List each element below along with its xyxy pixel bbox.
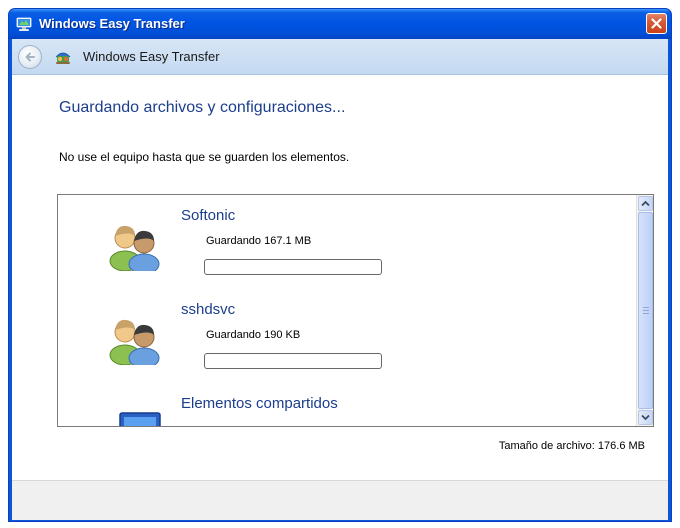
computer-icon [119, 412, 161, 426]
back-button[interactable] [18, 45, 42, 69]
scroll-thumb[interactable] [638, 212, 653, 409]
app-window: Windows Easy Transfer Windows Easy Trans… [8, 8, 672, 522]
client-area: Windows Easy Transfer Guardando archivos… [12, 39, 668, 520]
progress-bar [204, 259, 382, 275]
back-arrow-icon [25, 52, 35, 62]
title-bar[interactable]: Windows Easy Transfer [9, 9, 671, 39]
list-item: Elementos compartidos [58, 395, 636, 426]
scroll-down-button[interactable] [638, 410, 653, 425]
instruction-text: No use el equipo hasta que se guarden lo… [59, 150, 350, 164]
list-item: sshdsvc Guardando 190 KB [58, 301, 636, 391]
nav-title: Windows Easy Transfer [83, 49, 220, 64]
grip-icon [643, 307, 649, 314]
list-item: Softonic Guardando 167.1 MB [58, 207, 636, 297]
progress-bar [204, 353, 382, 369]
account-name: Softonic [181, 207, 236, 224]
scroll-up-button[interactable] [638, 196, 653, 211]
account-name: sshdsvc [181, 301, 236, 318]
navigation-bar: Windows Easy Transfer [12, 39, 668, 75]
chevron-up-icon [641, 200, 650, 207]
chevron-down-icon [641, 414, 650, 421]
account-status: Guardando 167.1 MB [206, 235, 312, 247]
users-icon [109, 319, 160, 365]
close-button[interactable] [646, 13, 667, 34]
transfer-list[interactable]: Softonic Guardando 167.1 MB sshdsvc Guar… [57, 194, 654, 427]
account-name: Elementos compartidos [181, 395, 338, 412]
windows-easy-transfer-icon [55, 52, 71, 64]
file-size-label: Tamaño de archivo: 176.6 MB [498, 440, 645, 452]
transfer-list-content: Softonic Guardando 167.1 MB sshdsvc Guar… [58, 195, 636, 426]
footer-bar [12, 480, 668, 520]
page-heading: Guardando archivos y configuraciones... [59, 99, 346, 116]
account-status: Guardando 190 KB [206, 329, 301, 341]
vertical-scrollbar[interactable] [636, 195, 653, 426]
window-title: Windows Easy Transfer [39, 16, 185, 31]
windows-easy-transfer-icon [16, 17, 32, 31]
users-icon [109, 225, 160, 271]
close-icon [651, 18, 662, 29]
